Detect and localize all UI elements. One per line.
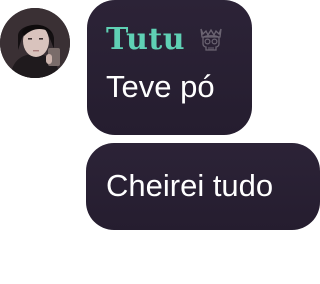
message-bubble[interactable]: Tutu Teve pó bbox=[87, 0, 252, 135]
message-text: Teve pó bbox=[106, 69, 215, 104]
sender-name[interactable]: Tutu bbox=[106, 22, 185, 57]
message-text: Cheirei tudo bbox=[106, 168, 274, 203]
skull-icon bbox=[195, 23, 227, 55]
message-header: Tutu bbox=[106, 19, 233, 59]
message-bubble[interactable]: Cheirei tudo bbox=[86, 143, 320, 230]
sender-avatar[interactable] bbox=[0, 8, 70, 78]
avatar-photo bbox=[0, 8, 70, 78]
